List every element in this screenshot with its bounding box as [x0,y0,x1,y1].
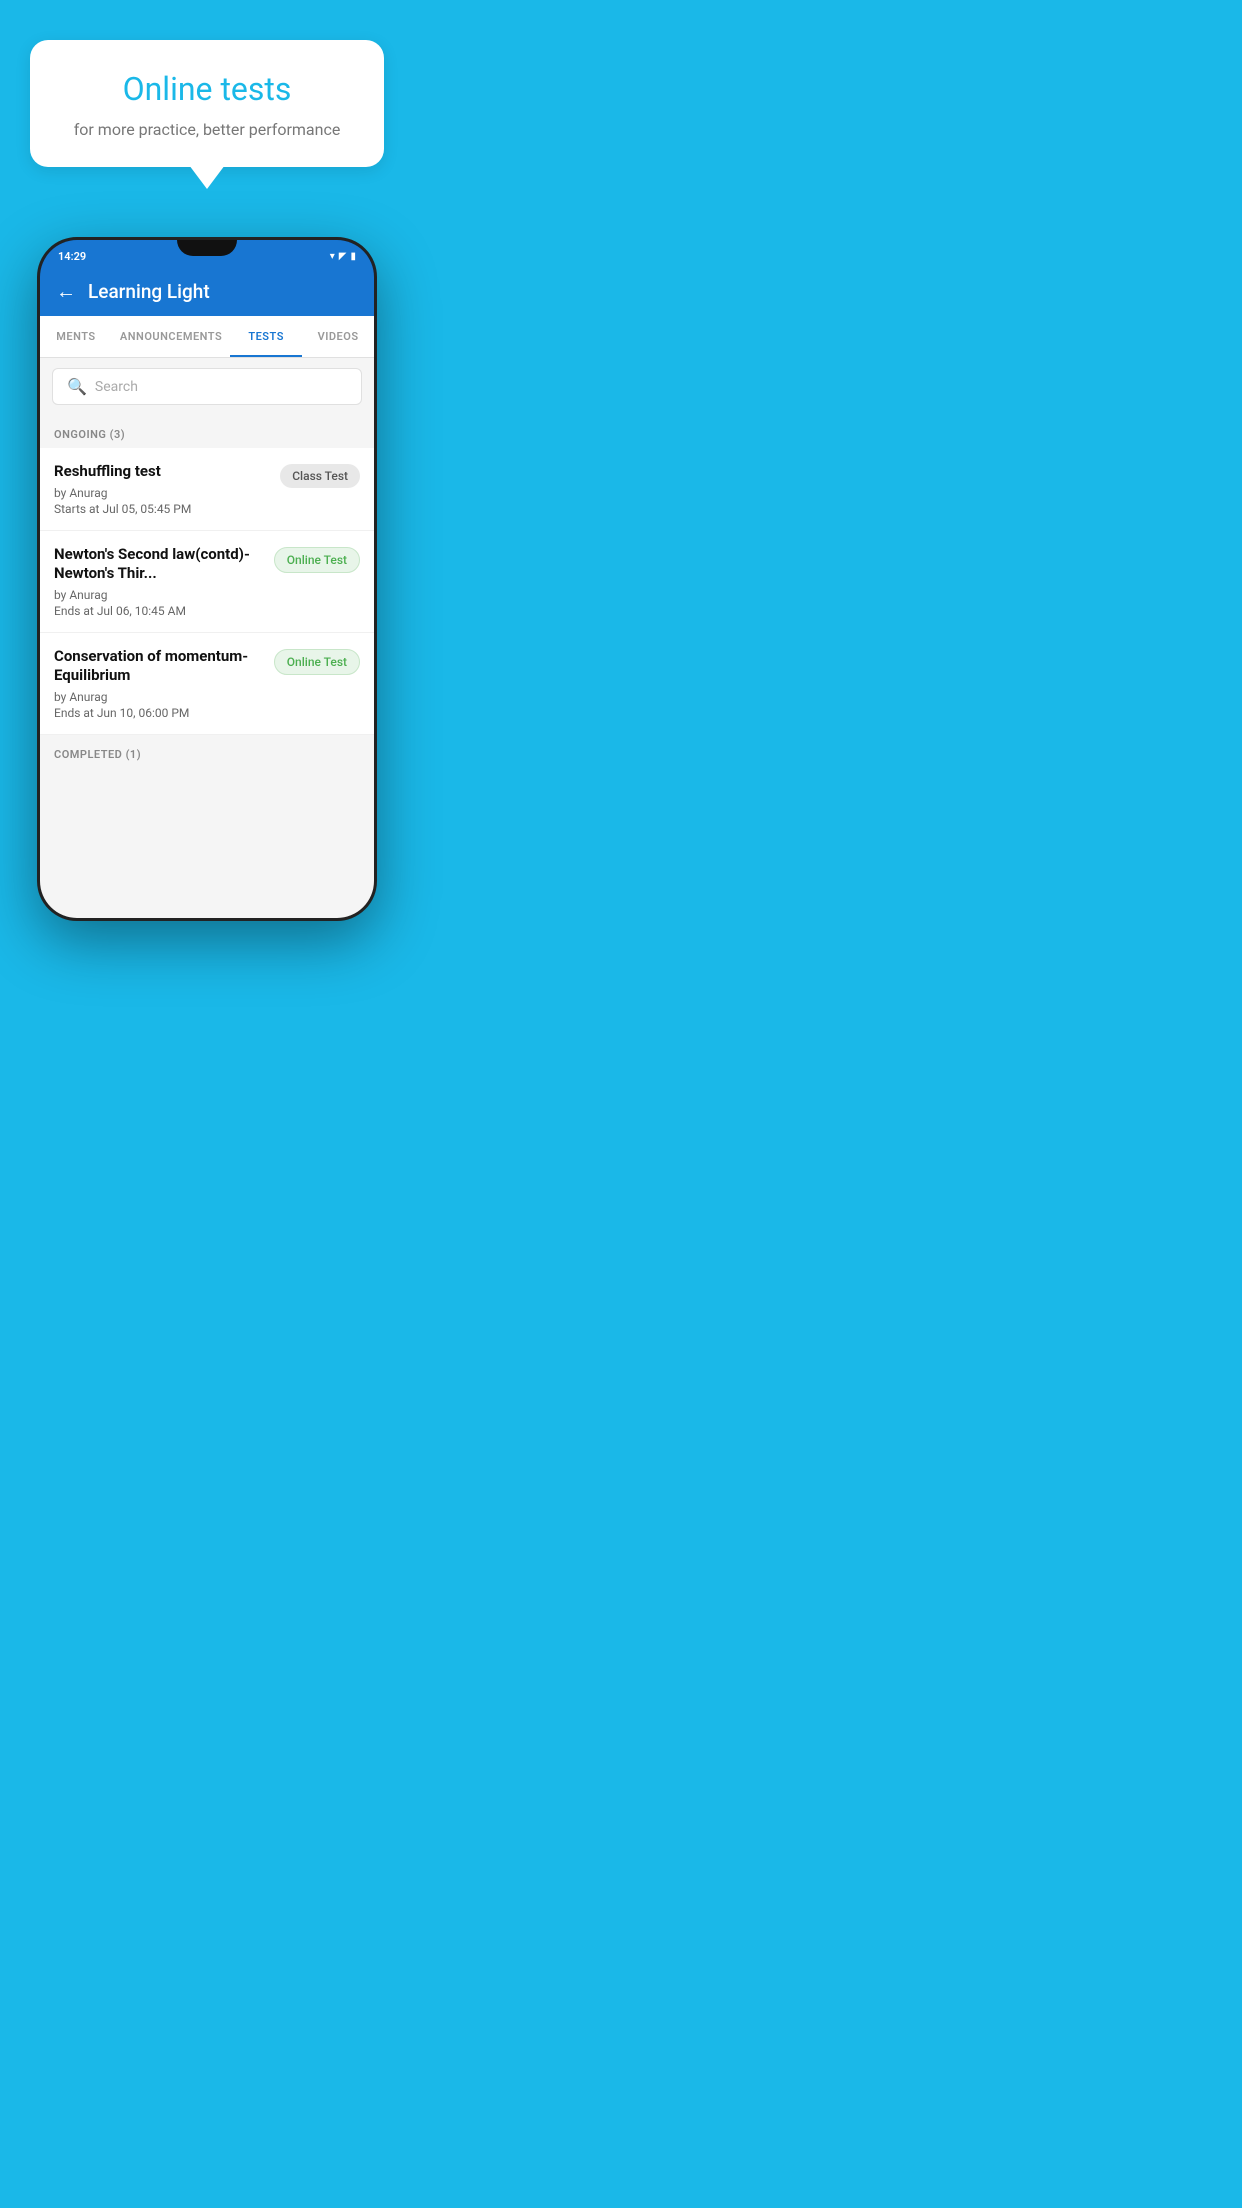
test-item-1[interactable]: Reshuffling test by Anurag Starts at Jul… [40,448,374,531]
phone-time: 14:29 [58,250,86,263]
completed-label: COMPLETED (1) [54,748,141,761]
wifi-icon: ▾ [330,251,335,262]
test-badge-2: Online Test [274,547,360,573]
back-button[interactable]: ← [56,279,76,304]
hero-section: Online tests for more practice, better p… [0,0,414,187]
tab-videos[interactable]: VIDEOS [302,316,374,357]
search-placeholder: Search [95,379,138,395]
tab-announcements[interactable]: ANNOUNCEMENTS [112,316,230,357]
search-box[interactable]: 🔍 Search [52,368,362,405]
tab-ments[interactable]: MENTS [40,316,112,357]
test-item-2[interactable]: Newton's Second law(contd)-Newton's Thir… [40,531,374,633]
test-date-3: Ends at Jun 10, 06:00 PM [54,706,264,720]
test-by-2: by Anurag [54,588,264,602]
app-title: Learning Light [88,280,210,303]
test-info-2: Newton's Second law(contd)-Newton's Thir… [54,545,264,618]
test-info-1: Reshuffling test by Anurag Starts at Jul… [54,462,270,516]
status-icons: ▾ ◤ ▮ [330,251,356,262]
test-date-2: Ends at Jul 06, 10:45 AM [54,604,264,618]
test-name-3: Conservation of momentum-Equilibrium [54,647,264,686]
phone-notch [177,240,237,256]
test-date-1: Starts at Jul 05, 05:45 PM [54,502,270,516]
test-badge-3: Online Test [274,649,360,675]
test-badge-1: Class Test [280,464,360,488]
signal-icon: ◤ [339,251,347,262]
test-name-1: Reshuffling test [54,462,270,482]
hero-title: Online tests [60,70,354,108]
test-by-3: by Anurag [54,690,264,704]
completed-section-header: COMPLETED (1) [40,735,374,766]
phone-content: 🔍 Search ONGOING (3) Reshuffling test by… [40,358,374,918]
ongoing-section-header: ONGOING (3) [40,415,374,448]
test-item-3[interactable]: Conservation of momentum-Equilibrium by … [40,633,374,735]
phone-mockup: 14:29 ▾ ◤ ▮ ← Learning Light MENTS ANNOU… [37,237,377,921]
test-by-1: by Anurag [54,486,270,500]
test-name-2: Newton's Second law(contd)-Newton's Thir… [54,545,264,584]
tab-tests[interactable]: TESTS [230,316,302,357]
test-info-3: Conservation of momentum-Equilibrium by … [54,647,264,720]
test-list: Reshuffling test by Anurag Starts at Jul… [40,448,374,735]
hero-subtitle: for more practice, better performance [60,120,354,139]
phone-wrapper: 14:29 ▾ ◤ ▮ ← Learning Light MENTS ANNOU… [0,237,414,921]
app-header: ← Learning Light [40,269,374,316]
status-bar: 14:29 ▾ ◤ ▮ [40,240,374,269]
speech-bubble: Online tests for more practice, better p… [30,40,384,167]
ongoing-label: ONGOING (3) [54,428,125,441]
search-container: 🔍 Search [40,358,374,415]
tab-bar: MENTS ANNOUNCEMENTS TESTS VIDEOS [40,316,374,358]
battery-icon: ▮ [350,251,356,262]
search-icon: 🔍 [67,377,87,396]
